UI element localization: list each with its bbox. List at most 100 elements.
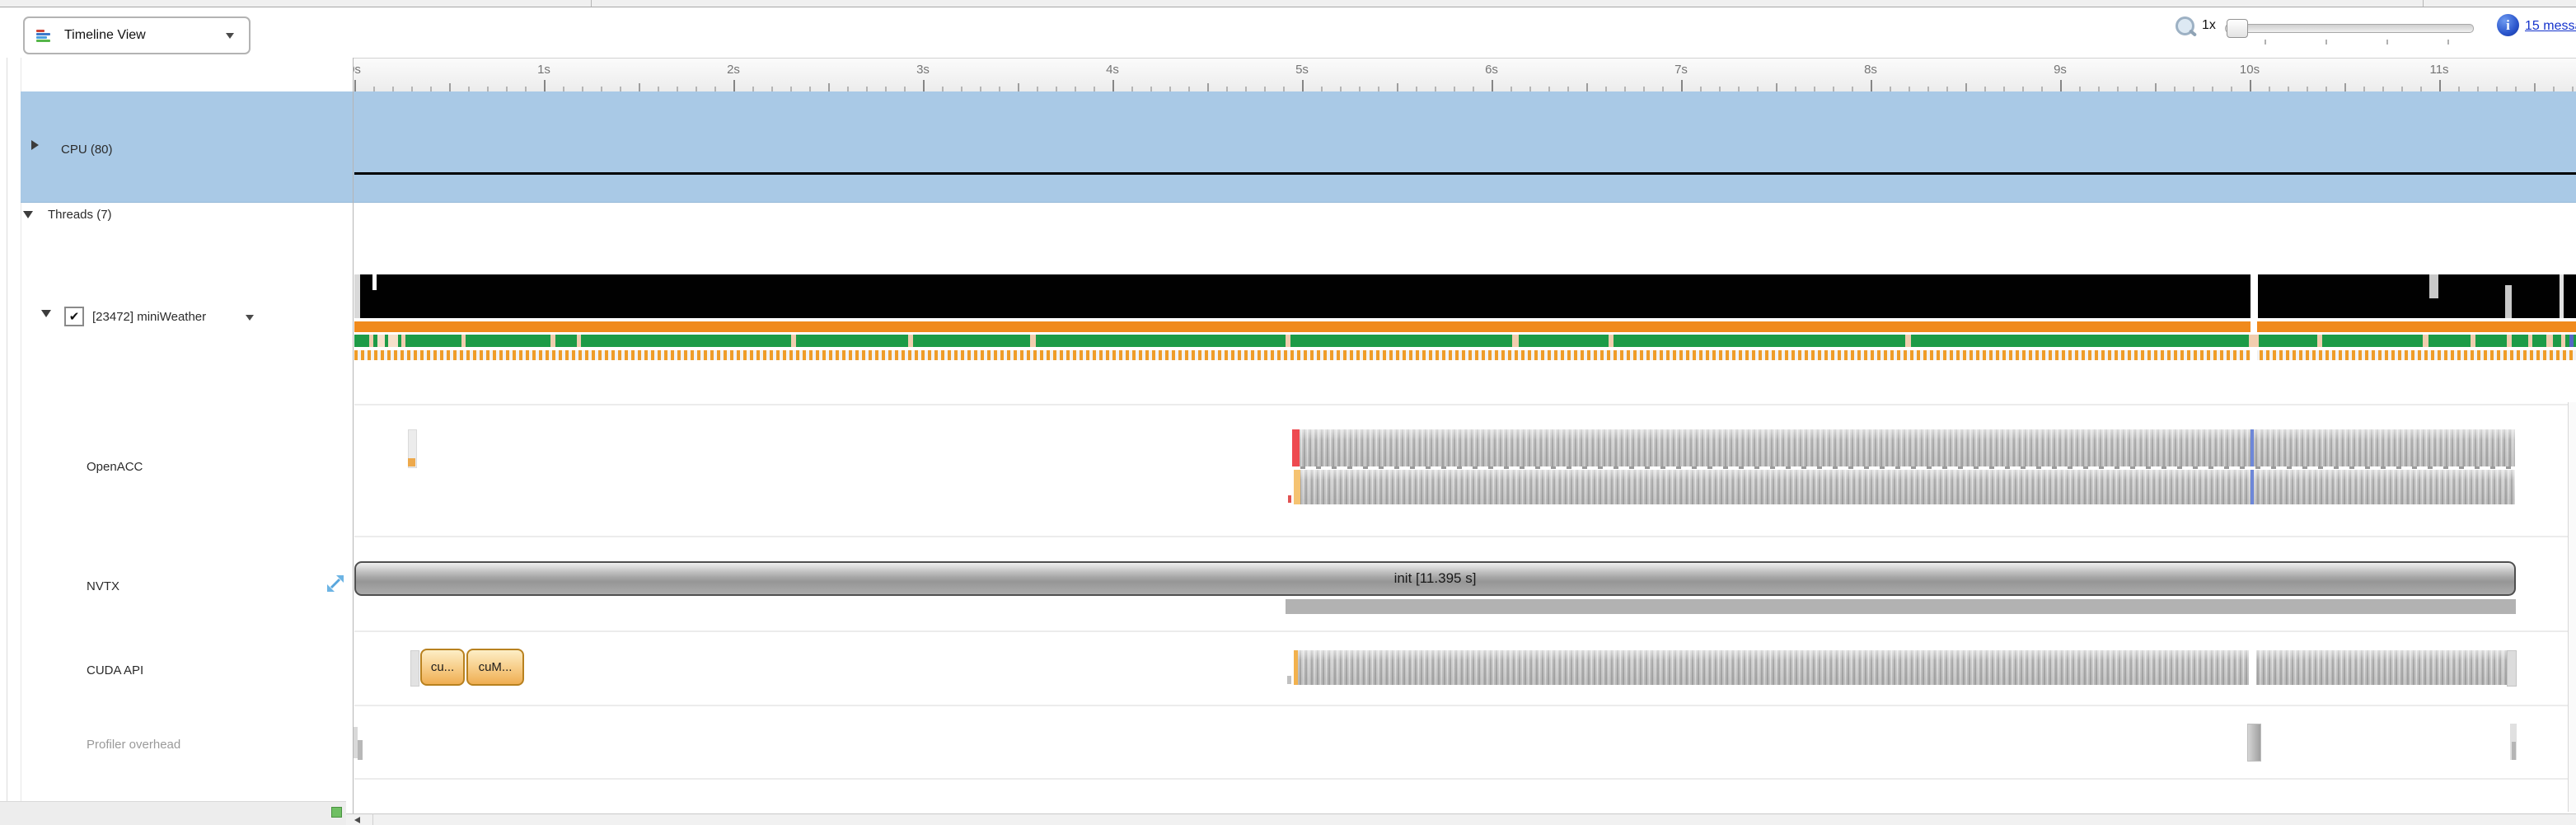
timeline-ruler[interactable]: 0s1s2s3s4s5s6s7s8s9s10s11s — [353, 58, 2576, 92]
profiler-window: Timeline View 1x i 15 messag 0s1s2s3s4s5… — [0, 0, 2576, 825]
thread-openacc-summary-bar[interactable] — [354, 321, 2576, 332]
ruler-label: 7s — [1674, 63, 1688, 77]
expander-collapsed-icon[interactable] — [31, 140, 39, 150]
green-bar-gap — [461, 335, 466, 347]
ruler-label: 1s — [537, 63, 550, 77]
scroll-left-arrow-icon[interactable] — [354, 817, 360, 823]
ruler-label: 4s — [1106, 63, 1119, 77]
ruler-tick — [1871, 80, 1872, 91]
cuda-api-events-bar[interactable] — [1294, 650, 2513, 685]
row-separator — [354, 778, 2568, 780]
pane-divider[interactable] — [353, 58, 354, 814]
magnifier-icon-handle — [2189, 29, 2197, 36]
green-bar-gap — [1286, 335, 1290, 347]
timeline-view-icon — [36, 27, 53, 44]
profiler-overhead-event[interactable] — [2247, 724, 2261, 762]
openacc-early-event-mark — [408, 458, 415, 466]
thread-state-gap — [372, 274, 377, 290]
timeline-cursor-line — [2250, 429, 2254, 466]
ruler-tick — [1302, 80, 1304, 91]
ruler-tick — [2344, 83, 2346, 91]
cuda-api-start-event[interactable] — [1294, 650, 1298, 685]
thread-state-gap — [2429, 274, 2438, 298]
profiler-overhead-event[interactable] — [358, 740, 363, 760]
vertical-scrollbar[interactable] — [2568, 402, 2576, 812]
openacc-depth-ticks — [1300, 466, 2515, 469]
ruler-tick — [354, 80, 356, 91]
status-green-indicator — [331, 807, 342, 818]
nvtx-sub-range-bar[interactable] — [1286, 599, 2516, 614]
green-bar-gap — [1030, 335, 1036, 347]
green-bar-gap — [1905, 335, 1911, 347]
thread-options-caret[interactable] — [246, 315, 254, 321]
ruler-tick — [1776, 83, 1777, 91]
ruler-tick — [2250, 80, 2251, 91]
sidebar-row-thread-23472: [23472] miniWeather — [92, 310, 206, 324]
green-bar-gap — [908, 335, 913, 347]
green-bar-gap — [1609, 335, 1614, 347]
thread-checkbox[interactable]: ✔ — [64, 307, 84, 326]
openacc-row2-events[interactable] — [1294, 470, 2515, 504]
green-bar-gap — [388, 335, 398, 347]
ruler-tick — [2060, 80, 2062, 91]
view-selector-dropdown[interactable]: Timeline View — [23, 16, 251, 54]
openacc-row2-small-event[interactable] — [1288, 495, 1291, 503]
messages-link[interactable]: 15 messag — [2525, 19, 2576, 34]
ruler-tick — [2534, 83, 2536, 91]
horizontal-scrollbar[interactable] — [346, 813, 2576, 825]
row-separator — [354, 404, 2568, 405]
cuda-api-call-chip[interactable]: cuM... — [466, 649, 524, 686]
profiler-overhead-event[interactable] — [2512, 742, 2516, 760]
cuda-api-end-event[interactable] — [2507, 650, 2517, 687]
window-top-strip — [0, 0, 2576, 7]
zoom-slider[interactable] — [2225, 24, 2474, 33]
expander-expanded-icon[interactable] — [23, 211, 33, 218]
green-bar-gap — [369, 335, 373, 347]
ruler-tick — [1207, 83, 1209, 91]
green-bar-gap — [2423, 335, 2428, 347]
cuda-api-call-chip[interactable]: cu... — [420, 649, 465, 686]
expander-expanded-icon[interactable] — [41, 310, 51, 317]
openacc-row1-start-event[interactable] — [1292, 429, 1300, 466]
thread-state-gap — [2505, 285, 2512, 318]
sidebar-row-openacc: OpenACC — [87, 460, 143, 474]
ruler-tick — [1586, 83, 1588, 91]
openacc-row2-start-event[interactable] — [1294, 470, 1300, 504]
green-bar-gap — [377, 335, 385, 347]
green-bar-end-mark — [2569, 335, 2574, 347]
openacc-row1-events[interactable] — [1292, 429, 2515, 466]
ruler-tick — [544, 80, 546, 91]
thread-cuda-summary-bar[interactable] — [354, 335, 2576, 347]
green-bar-gap — [2546, 335, 2553, 347]
thread-api-dash-strip[interactable] — [354, 350, 2576, 360]
thread-state-bar[interactable] — [354, 274, 2576, 318]
zoom-slider-tick — [2325, 40, 2327, 45]
ruler-label: 11s — [2429, 63, 2448, 77]
thread-state-gap — [2560, 274, 2564, 318]
thread-state-gap — [354, 274, 360, 318]
ruler-label: 9s — [2054, 63, 2067, 77]
bottom-left-corner — [0, 801, 346, 825]
cuda-api-small-event[interactable] — [1287, 676, 1291, 684]
green-bar-gap — [2507, 335, 2512, 347]
cuda-api-small-event[interactable] — [410, 650, 419, 687]
expand-row-icon[interactable] — [325, 573, 346, 594]
cuda-api-call-label: cuM... — [479, 660, 513, 674]
cpu-row-band[interactable] — [21, 91, 2576, 203]
scrollbar-divider — [372, 813, 373, 825]
green-bar-gap — [577, 335, 581, 347]
row-separator — [354, 705, 2568, 706]
green-bar-gap — [401, 335, 405, 347]
nvtx-init-range-bar[interactable]: init [11.395 s] — [354, 561, 2516, 596]
ruler-tick — [2155, 83, 2157, 91]
timeline-cursor-line — [2250, 470, 2254, 504]
zoom-slider-thumb[interactable] — [2227, 19, 2248, 38]
sidebar-row-cuda-api: CUDA API — [87, 663, 143, 677]
ruler-tick — [2439, 80, 2441, 91]
header-divider — [591, 0, 592, 7]
info-icon[interactable]: i — [2497, 14, 2519, 36]
green-bar-gap — [2471, 335, 2475, 347]
ruler-label: 2s — [727, 63, 740, 77]
ruler-tick — [1018, 83, 1019, 91]
chevron-down-icon — [226, 33, 234, 39]
